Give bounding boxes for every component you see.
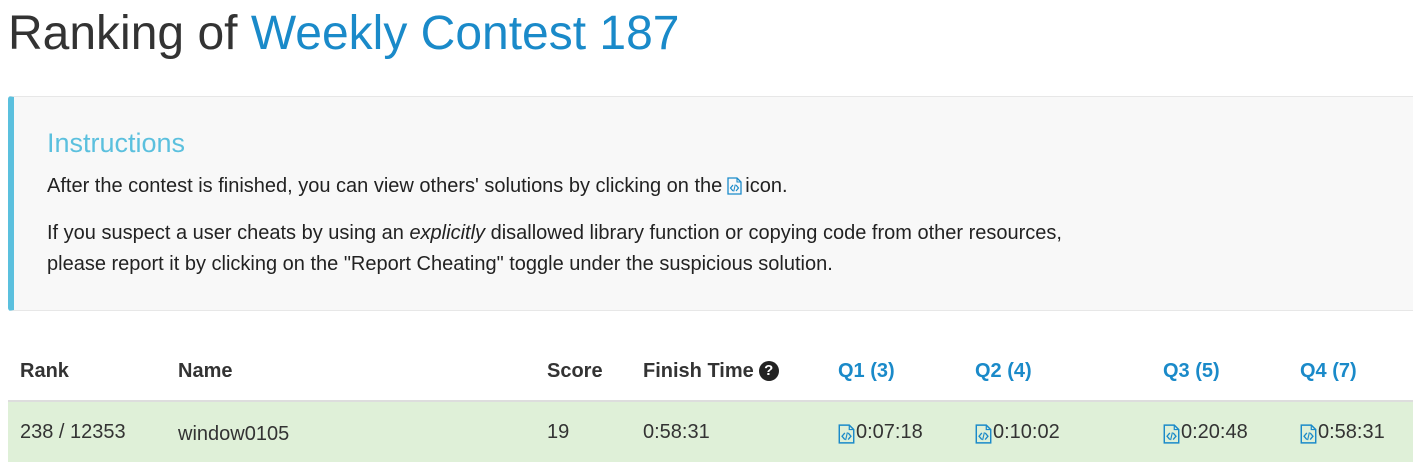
ranking-table: Rank Name Score Finish Time? Q1 (3) Q2 (… — [8, 340, 1413, 462]
contest-name-link[interactable]: Weekly Contest 187 — [251, 7, 680, 60]
table-row: 238 / 12353 window0105 19 0:58:31 0:07:1… — [8, 402, 1413, 462]
column-header-q1[interactable]: Q1 (3) — [838, 340, 895, 400]
q3-time: 0:20:48 — [1181, 421, 1248, 443]
instructions-line-2-rest: disallowed library function or copying c… — [490, 222, 1062, 244]
q1-cell: 0:07:18 — [838, 402, 923, 462]
code-file-icon[interactable] — [975, 424, 992, 444]
column-header-rank: Rank — [20, 360, 69, 382]
q2-cell: 0:10:02 — [975, 402, 1060, 462]
question-circle-icon[interactable]: ? — [758, 361, 779, 381]
rank-cell: 238 / 12353 — [20, 421, 126, 443]
finish-time-cell: 0:58:31 — [643, 421, 710, 443]
column-header-finish-time-label: Finish Time — [643, 360, 754, 382]
code-file-icon — [727, 177, 742, 195]
instructions-line-2-text: If you suspect a user cheats by using an — [47, 222, 404, 244]
q1-time: 0:07:18 — [856, 421, 923, 443]
column-header-score: Score — [547, 360, 603, 382]
instructions-line-1-text: After the contest is finished, you can v… — [47, 175, 723, 197]
explicitly-emphasis: explicitly — [409, 222, 486, 244]
q4-time: 0:58:31 — [1318, 421, 1385, 443]
code-file-icon[interactable] — [1300, 424, 1317, 444]
table-header-row: Rank Name Score Finish Time? Q1 (3) Q2 (… — [8, 340, 1413, 402]
instructions-panel: Instructions After the contest is finish… — [8, 96, 1413, 311]
column-header-name: Name — [178, 360, 233, 382]
column-header-q3[interactable]: Q3 (5) — [1163, 340, 1220, 400]
code-file-icon[interactable] — [1163, 424, 1180, 444]
q4-cell: 0:58:31 — [1300, 402, 1385, 462]
instructions-line-2: If you suspect a user cheats by using an… — [47, 218, 1062, 280]
q2-time: 0:10:02 — [993, 421, 1060, 443]
instructions-line-1: After the contest is finished, you can v… — [47, 171, 788, 202]
user-name-cell: window0105 — [178, 423, 290, 445]
instructions-line-3: please report it by clicking on the "Rep… — [47, 253, 833, 275]
code-file-icon[interactable] — [838, 424, 855, 444]
instructions-heading: Instructions — [47, 128, 186, 158]
instructions-line-1-suffix: icon. — [745, 175, 788, 197]
q3-cell: 0:20:48 — [1163, 402, 1248, 462]
page-title-prefix: Ranking of — [8, 7, 238, 60]
column-header-finish-time: Finish Time? — [643, 340, 779, 400]
column-header-q2[interactable]: Q2 (4) — [975, 340, 1032, 400]
page-title: Ranking of Weekly Contest 187 — [8, 6, 680, 62]
column-header-q4[interactable]: Q4 (7) — [1300, 340, 1357, 400]
score-cell: 19 — [547, 421, 570, 443]
